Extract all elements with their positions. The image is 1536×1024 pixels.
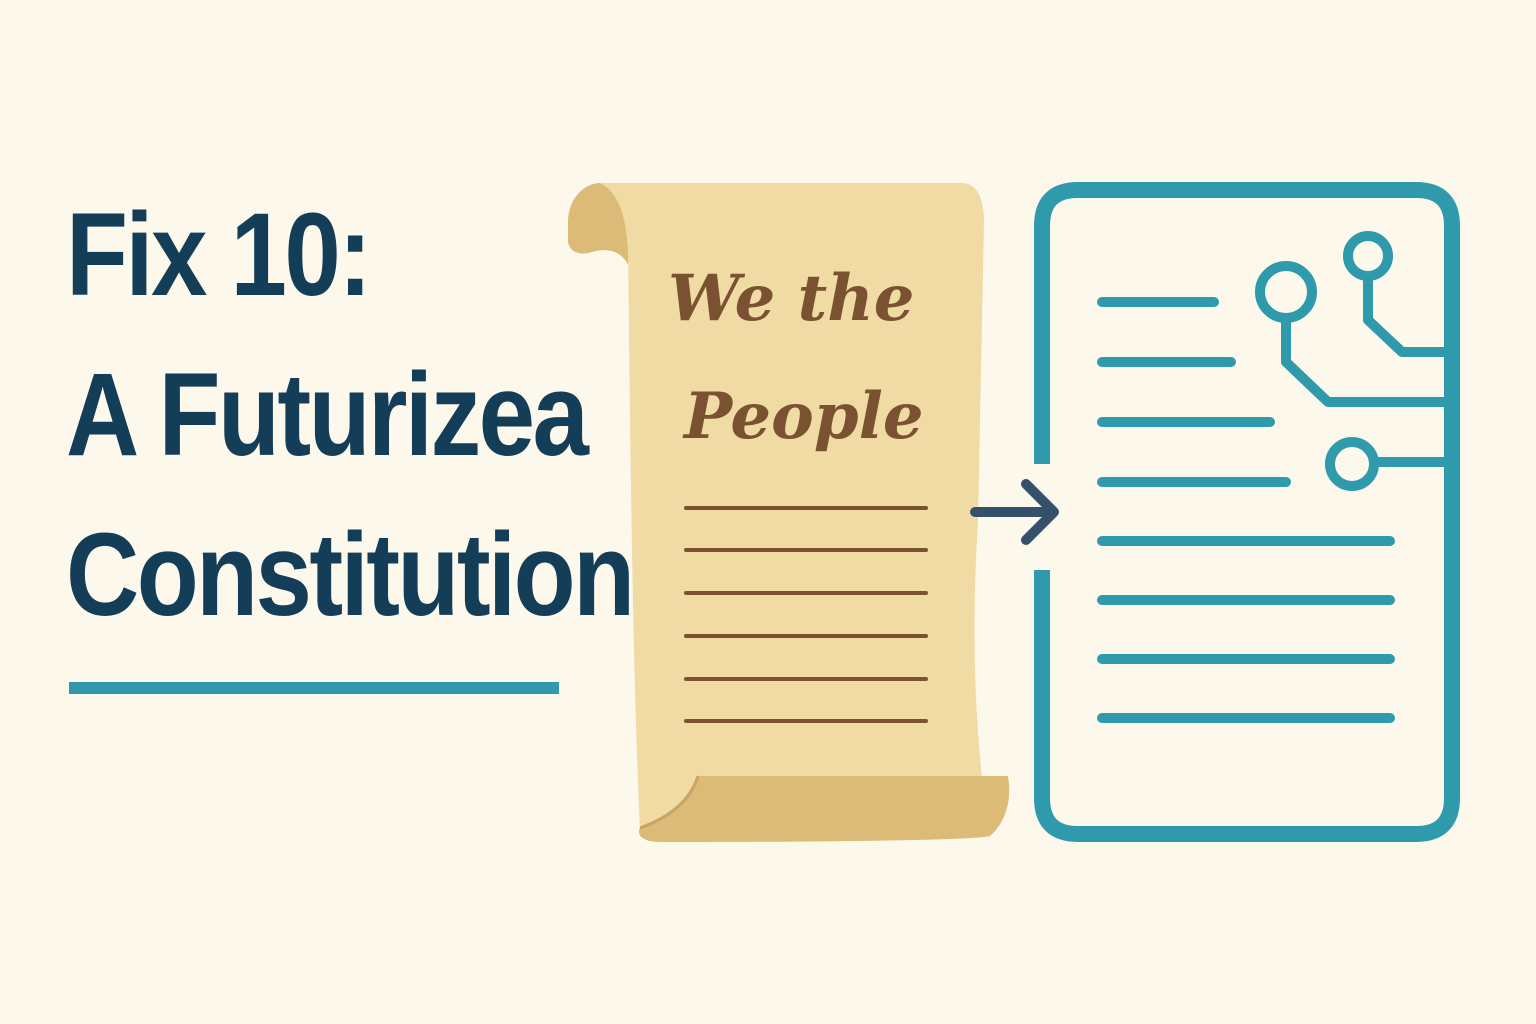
parchment-scroll-icon: We the People [568, 183, 1010, 842]
page-title-line-3: Constitution [66, 509, 635, 641]
scroll-heading-line1: We the [668, 261, 914, 336]
scroll-heading-line2: People [682, 379, 924, 454]
arrow-right-icon [970, 479, 1059, 545]
circuit-node-icon [1325, 437, 1379, 491]
page-title-line-2: A Futurizea [66, 349, 589, 481]
circuit-node-icon [1343, 231, 1393, 281]
circuit-node-icon [1255, 261, 1317, 323]
digital-document-circuit-icon [1034, 182, 1460, 842]
page-title-line-1: Fix 10: [66, 189, 372, 321]
digital-document-text-lines [1097, 297, 1395, 723]
digital-document-frame [1034, 182, 1460, 842]
circuit-nodes [1255, 231, 1393, 491]
